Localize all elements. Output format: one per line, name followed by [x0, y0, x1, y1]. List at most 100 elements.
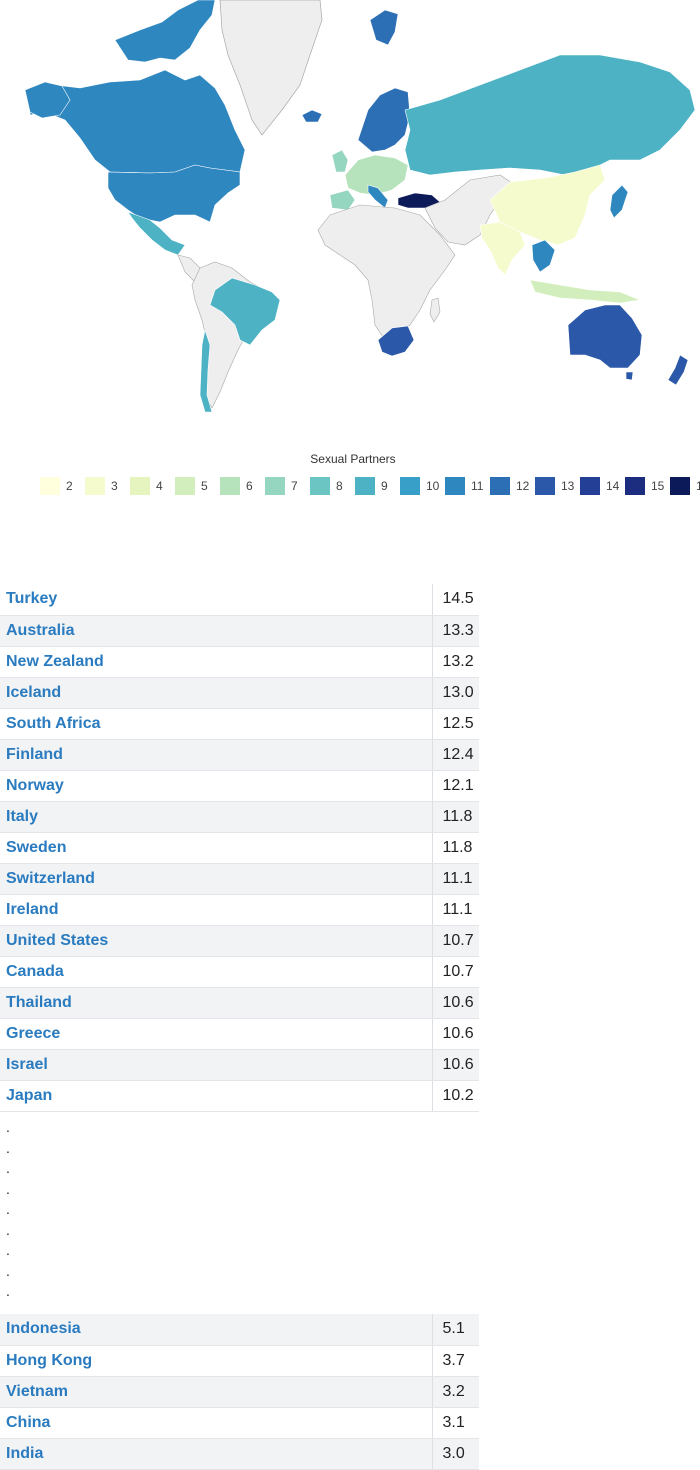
legend-swatch: [355, 477, 375, 495]
partners-value: 13.0: [432, 677, 479, 709]
world-map: [0, 0, 700, 420]
legend-label: 16: [696, 479, 700, 493]
region-svalbard[interactable]: [369, 9, 399, 46]
legend-item[interactable]: 11: [445, 477, 483, 495]
table-row: India 3.0: [0, 1438, 479, 1470]
country-link[interactable]: Australia: [0, 615, 433, 647]
legend-label: 11: [471, 479, 484, 493]
table-row: Italy 11.8: [0, 801, 479, 833]
legend-swatch: [175, 477, 195, 495]
country-link[interactable]: Norway: [0, 770, 433, 802]
partners-value: 10.6: [432, 987, 479, 1019]
country-link[interactable]: Italy: [0, 801, 433, 833]
ellipsis-dot: .: [6, 1201, 10, 1217]
country-link[interactable]: China: [0, 1407, 433, 1439]
ellipsis-dot: .: [6, 1119, 10, 1135]
region-uk[interactable]: [331, 149, 349, 173]
region-iberia[interactable]: [329, 189, 356, 211]
table-row: Australia 13.3: [0, 615, 479, 647]
country-link[interactable]: Greece: [0, 1018, 433, 1050]
country-link[interactable]: Hong Kong: [0, 1345, 433, 1377]
partners-value: 14.5: [432, 584, 479, 616]
country-link[interactable]: Switzerland: [0, 863, 433, 895]
legend-item[interactable]: 4: [130, 477, 168, 495]
legend-swatch: [580, 477, 600, 495]
legend-item[interactable]: 15: [625, 477, 665, 495]
region-tasmania[interactable]: [625, 371, 634, 381]
country-link[interactable]: Japan: [0, 1080, 433, 1112]
legend-item[interactable]: 14: [580, 477, 619, 495]
legend-item[interactable]: 3: [85, 477, 123, 495]
partners-value: 13.3: [432, 615, 479, 647]
legend-label: 2: [66, 479, 73, 493]
legend-label: 8: [336, 479, 343, 493]
country-link[interactable]: Iceland: [0, 677, 433, 709]
table-row: Iceland 13.0: [0, 677, 479, 709]
table-row: Hong Kong 3.7: [0, 1345, 479, 1377]
region-iceland[interactable]: [301, 109, 323, 123]
legend-swatch: [670, 477, 690, 495]
partners-value: 11.8: [432, 832, 479, 864]
legend-item[interactable]: 6: [220, 477, 258, 495]
country-link[interactable]: Israel: [0, 1049, 433, 1081]
region-scandinavia[interactable]: [357, 87, 411, 153]
partners-value: 3.7: [432, 1345, 479, 1377]
partners-value: 12.1: [432, 770, 479, 802]
country-link[interactable]: Canada: [0, 956, 433, 988]
region-usa[interactable]: [107, 164, 241, 223]
table-row: Ireland 11.1: [0, 894, 479, 926]
table-row: Finland 12.4: [0, 739, 479, 771]
legend-swatch: [625, 477, 645, 495]
legend-item[interactable]: 8: [310, 477, 348, 495]
region-madagascar[interactable]: [429, 297, 441, 323]
country-link[interactable]: Indonesia: [0, 1314, 433, 1346]
legend-item[interactable]: 13: [535, 477, 575, 495]
legend-item[interactable]: 5: [175, 477, 213, 495]
legend-label: 13: [561, 479, 575, 493]
legend-swatch: [85, 477, 105, 495]
table-row: Switzerland 11.1: [0, 863, 479, 895]
world-map-svg: [24, 0, 696, 413]
legend-item[interactable]: 12: [490, 477, 530, 495]
country-link[interactable]: South Africa: [0, 708, 433, 740]
ellipsis-dot: .: [6, 1242, 10, 1258]
legend-item[interactable]: 2: [40, 477, 78, 495]
legend-swatch: [400, 477, 420, 495]
legend-label: 7: [291, 479, 298, 493]
map-legend: Sexual Partners 2 3 4 5 6 7 8 9 10 11 12 13 14 15 16: [0, 448, 700, 498]
region-canada[interactable]: [29, 69, 246, 174]
table-row: Vietnam 3.2: [0, 1376, 479, 1408]
region-southeast-asia[interactable]: [531, 239, 556, 273]
partners-value: 11.8: [432, 801, 479, 833]
country-link[interactable]: Ireland: [0, 894, 433, 926]
country-link[interactable]: New Zealand: [0, 646, 433, 678]
ellipsis-dot: .: [6, 1262, 10, 1279]
legend-item[interactable]: 7: [265, 477, 303, 495]
region-japan[interactable]: [609, 184, 629, 219]
region-indonesia[interactable]: [529, 279, 642, 304]
legend-item[interactable]: 16: [670, 477, 700, 495]
region-canada-islands[interactable]: [114, 0, 216, 63]
legend-title: Sexual Partners: [310, 452, 396, 466]
legend-label: 10: [426, 479, 440, 493]
country-link[interactable]: Turkey: [0, 584, 433, 616]
region-new-zealand[interactable]: [667, 354, 689, 386]
ellipsis-dot: .: [6, 1139, 10, 1156]
country-link[interactable]: Sweden: [0, 832, 433, 864]
partners-value: 12.4: [432, 739, 479, 771]
legend-item[interactable]: 9: [355, 477, 393, 495]
legend-item[interactable]: 10: [400, 477, 440, 495]
country-link[interactable]: India: [0, 1438, 433, 1470]
legend-label: 6: [246, 479, 253, 493]
country-link[interactable]: United States: [0, 925, 433, 957]
legend-label: 15: [651, 479, 665, 493]
region-australia[interactable]: [567, 304, 643, 369]
legend-swatch: [490, 477, 510, 495]
partners-value: 13.2: [432, 646, 479, 678]
country-link[interactable]: Thailand: [0, 987, 433, 1019]
legend-label: 12: [516, 479, 530, 493]
country-link[interactable]: Finland: [0, 739, 433, 771]
region-russia[interactable]: [404, 54, 696, 176]
country-link[interactable]: Vietnam: [0, 1376, 433, 1408]
table-row: Japan 10.2: [0, 1080, 479, 1112]
